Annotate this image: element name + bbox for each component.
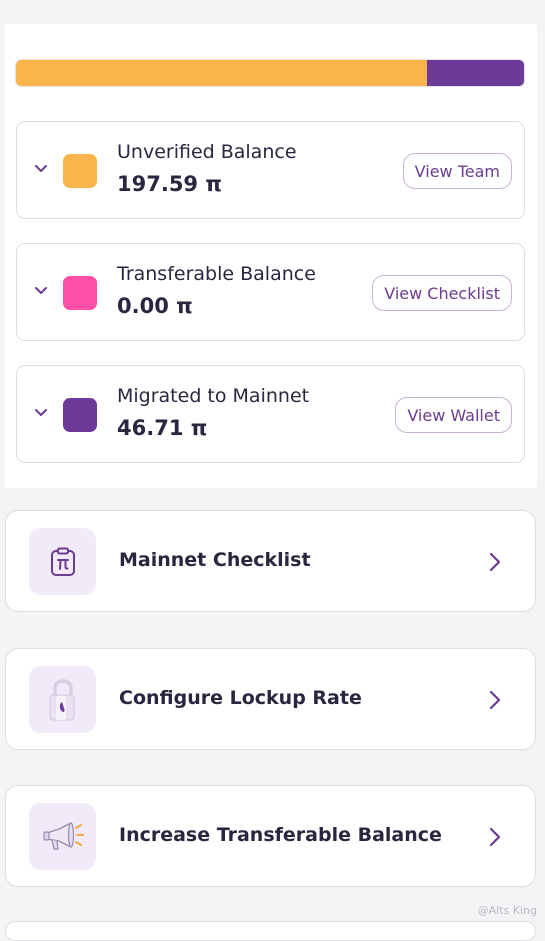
chevron-down-icon[interactable] <box>34 286 48 296</box>
migrated-segment <box>426 60 524 86</box>
balance-title: Transferable Balance <box>117 263 316 285</box>
transferable-color-swatch <box>63 276 97 310</box>
chevron-down-icon[interactable] <box>34 408 48 418</box>
view-checklist-button[interactable]: View Checklist <box>372 275 512 311</box>
balance-card-unverified[interactable]: Unverified Balance 197.59 π View Team <box>16 121 525 219</box>
balance-value: 197.59 π <box>117 172 222 196</box>
balance-value: 46.71 π <box>117 416 208 440</box>
watermark: @Alts King <box>477 904 537 917</box>
chevron-right-icon <box>489 552 501 572</box>
menu-item-configure-lockup[interactable]: Configure Lockup Rate <box>5 648 536 750</box>
padlock-icon <box>29 666 96 733</box>
unverified-color-swatch <box>63 154 97 188</box>
balance-card-transferable[interactable]: Transferable Balance 0.00 π View Checkli… <box>16 243 525 341</box>
balance-value: 0.00 π <box>117 294 193 318</box>
chevron-right-icon <box>489 690 501 710</box>
balance-title: Migrated to Mainnet <box>117 385 310 407</box>
megaphone-icon <box>29 803 96 870</box>
menu-item-label: Increase Transferable Balance <box>119 824 442 846</box>
menu-item-label: Configure Lockup Rate <box>119 687 362 709</box>
chevron-right-icon <box>489 827 501 847</box>
balance-title: Unverified Balance <box>117 141 297 163</box>
view-team-button[interactable]: View Team <box>402 153 512 189</box>
clipboard-pi-icon <box>29 528 96 595</box>
menu-item-increase-transferable[interactable]: Increase Transferable Balance <box>5 785 536 887</box>
unverified-segment <box>16 60 427 86</box>
balance-progress-bar <box>15 59 525 87</box>
menu-item-label: Mainnet Checklist <box>119 549 311 571</box>
next-menu-card-edge <box>5 921 536 941</box>
view-wallet-button[interactable]: View Wallet <box>395 397 512 433</box>
balance-card-migrated[interactable]: Migrated to Mainnet 46.71 π View Wallet <box>16 365 525 463</box>
chevron-down-icon[interactable] <box>34 164 48 174</box>
migrated-color-swatch <box>63 398 97 432</box>
menu-item-mainnet-checklist[interactable]: Mainnet Checklist <box>5 510 536 612</box>
